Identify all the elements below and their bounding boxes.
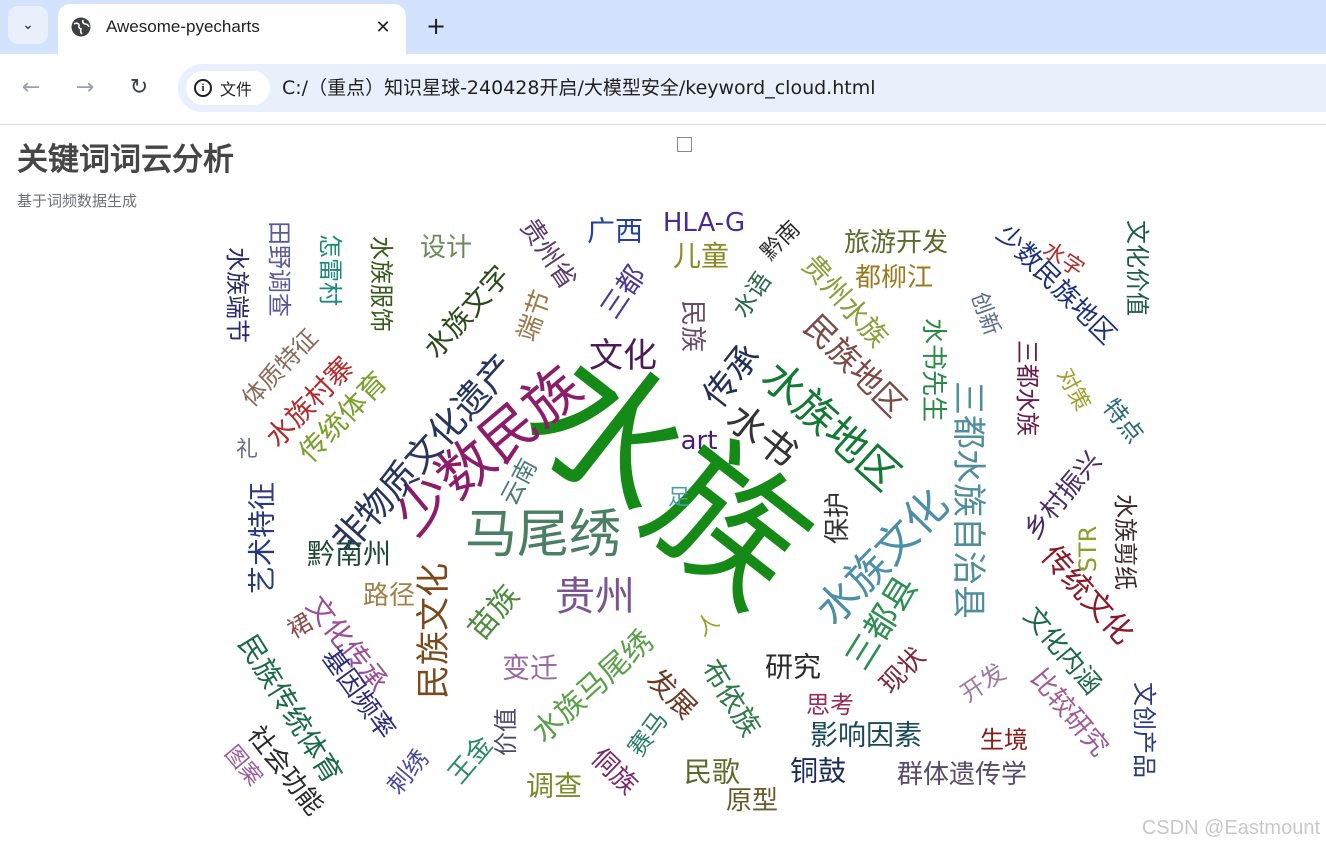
reload-button[interactable]: ↻ [122,70,156,104]
word-cloud-word: 民族文化 [414,563,454,699]
arrow-left-icon: ← [21,74,41,100]
word-cloud-word: art [681,426,718,456]
word-cloud-word: 水语 [727,267,777,322]
word-cloud-word: 黔南州 [307,538,391,571]
word-cloud-word: 足 [668,486,690,511]
word-cloud-word: 文化 [589,336,657,376]
word-cloud-word: STR [1074,526,1102,573]
word-cloud-word: 设计 [420,233,472,263]
close-icon[interactable]: ✕ [370,14,396,40]
word-cloud-word: 文化价值 [1123,220,1151,316]
word-cloud-word: 调查 [526,770,582,803]
word-cloud-word: 刺绣 [382,745,434,800]
word-cloud-word: 怎雷村 [316,234,344,306]
word-cloud-word: 创新 [966,289,1005,339]
word-cloud-word: 特点 [1097,393,1149,448]
forward-button[interactable]: → [68,70,102,104]
word-cloud-word: 影响因素 [810,719,922,752]
arrow-right-icon: → [75,74,95,100]
word-cloud-word: 原型 [726,786,778,816]
globe-icon [71,17,91,37]
word-cloud-word: 艺术特征 [246,482,279,594]
word-cloud-word: 三都水族 [1013,340,1041,436]
word-cloud-word: 王金 [443,730,499,789]
word-cloud-word: 价值 [492,708,520,756]
word-cloud-word: 民族 [677,300,707,352]
word-cloud-word: 保护 [823,492,853,544]
word-cloud-word: 思考 [806,691,854,719]
word-cloud-word: 水书先生 [918,318,948,422]
back-button[interactable]: ← [14,70,48,104]
word-cloud-word: 礼 [236,438,258,463]
word-cloud-word: 苗族 [461,579,526,647]
chevron-down-icon: ⌄ [22,17,34,33]
word-cloud-word: 少数民族地区 [990,219,1122,351]
word-cloud-word: 水族剪纸 [1111,494,1139,590]
word-cloud-word: 三都水族自治县 [948,381,988,619]
word-cloud-word: 贵州省 [514,213,582,294]
site-info-chip[interactable]: i 文件 [186,71,270,105]
word-cloud-word: 赛马 [623,706,674,761]
word-cloud-word: 马尾绣 [465,505,621,565]
word-cloud-word: 旅游开发 [844,228,948,258]
word-cloud: 水族少数民族马尾绣非物质文化遗产 水族地区水族文化三都水族自治县水书贵州传承文化民… [219,208,1158,821]
page-content: 关键词词云分析 基于词频数据生成 水族 少数民族 马尾绣 非物质文化遗产 水族地区 水族文… [0,125,1326,848]
url-text[interactable]: C:/（重点）知识星球-240428开启/大模型安全/keyword_cloud… [282,76,876,100]
active-tab[interactable]: Awesome-pyecharts ✕ [58,4,406,54]
tab-title: Awesome-pyecharts [106,17,260,36]
word-cloud-word: 民歌 [684,756,740,789]
new-tab-button[interactable]: + [420,10,452,42]
info-icon: i [194,79,212,97]
word-cloud-word: 研究 [765,651,821,684]
word-cloud-word: 对策 [1052,365,1095,416]
word-cloud-word: 端节 [512,286,558,345]
word-cloud-word: 水族服饰 [367,236,395,332]
tab-strip: ⌄ Awesome-pyecharts ✕ + [0,0,1326,54]
word-cloud-word: 都柳江 [855,263,933,293]
word-cloud-word: 路径 [363,581,415,611]
plus-icon: + [425,12,447,40]
site-info-label: 文件 [220,80,253,99]
word-cloud-word: 文创产品 [1130,682,1158,778]
word-cloud-word: 布依族 [695,654,768,743]
address-bar[interactable]: i 文件 C:/（重点）知识星球-240428开启/大模型安全/keyword_… [178,64,1326,112]
word-cloud-word: 贵州 [555,574,635,620]
word-cloud-word: 开发 [955,658,1010,708]
word-cloud-word: 广西 [587,215,643,248]
word-cloud-word: 铜鼓 [790,755,846,788]
word-cloud-word: 群体遗传学 [897,760,1027,790]
word-cloud-word: 黔南 [757,217,806,266]
watermark: CSDN @Eastmount [1141,817,1320,839]
word-cloud-word: 水族端节 [223,247,251,343]
word-cloud-word: 生境 [980,726,1028,754]
word-cloud-word: 儿童 [673,240,729,273]
word-cloud-word: HLA-G [663,208,745,238]
browser-toolbar: ← → ↻ i 文件 C:/（重点）知识星球-240428开启/大模型安全/ke… [0,54,1326,125]
word-cloud-word: 变迁 [502,652,558,685]
word-cloud-word: 水族文字 [417,259,516,364]
word-cloud-word: 三都 [594,260,653,325]
word-cloud-word: 田野调查 [265,221,293,317]
tab-search-button[interactable]: ⌄ [8,6,48,44]
reload-icon: ↻ [129,74,149,100]
